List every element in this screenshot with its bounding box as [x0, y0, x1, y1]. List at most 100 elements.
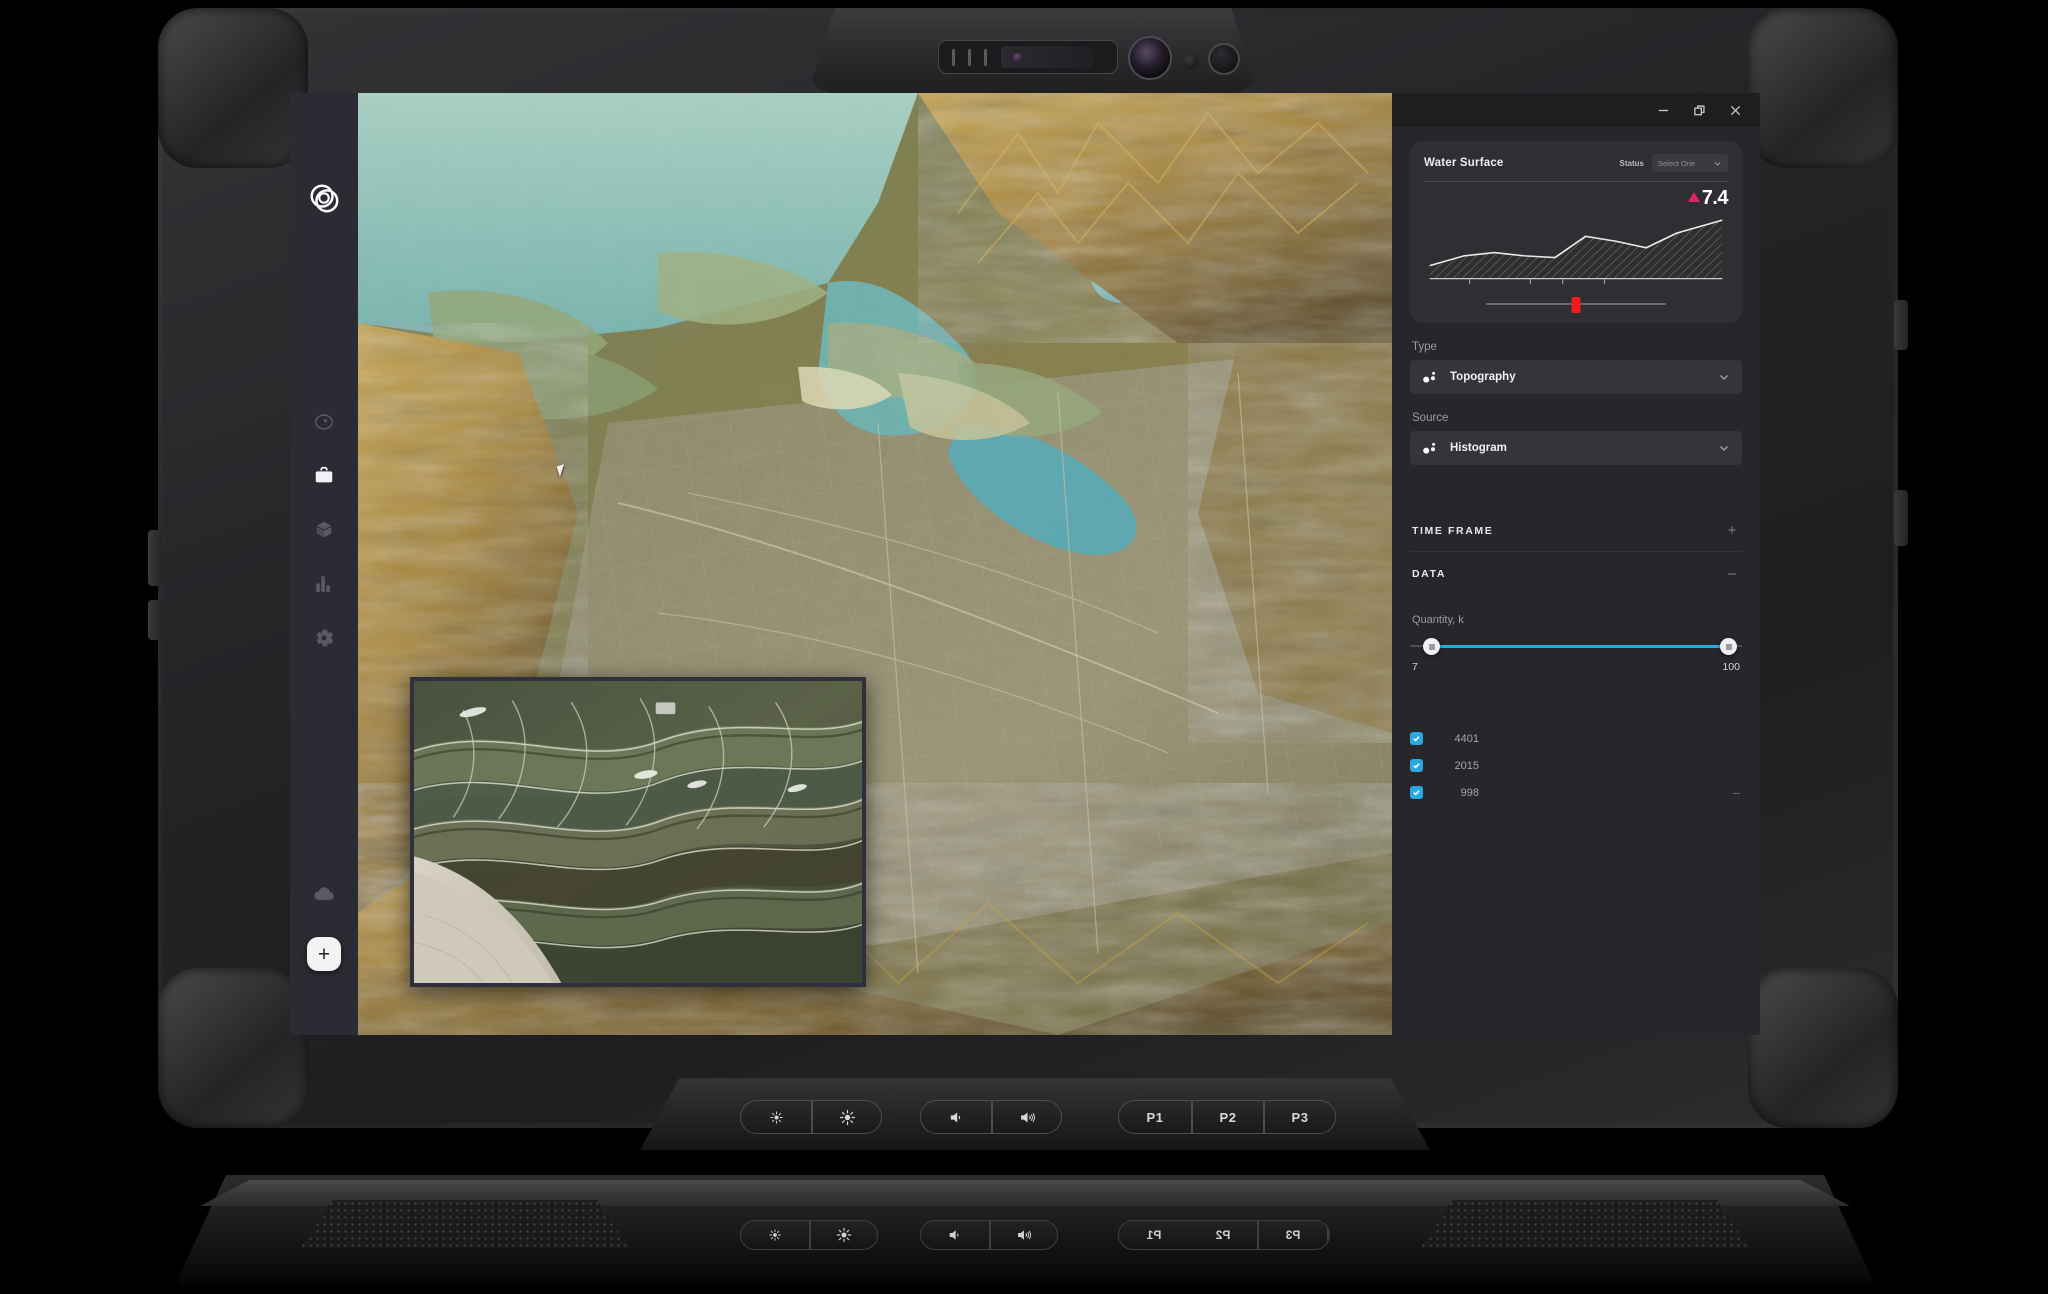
list-item[interactable]: 4401 — [1410, 725, 1742, 752]
volume-up-icon[interactable] — [991, 1101, 1061, 1133]
timeline-slider-handle[interactable] — [1572, 297, 1581, 313]
program-button-p1[interactable]: P1 — [1119, 1101, 1191, 1133]
list-item-value: 4401 — [1445, 733, 1479, 745]
trend-up-icon — [1688, 192, 1700, 202]
area-chart — [1424, 212, 1728, 290]
side-button-power[interactable] — [148, 530, 162, 586]
status-select[interactable]: Select One — [1652, 154, 1728, 172]
sidebar-bottom: + — [307, 882, 341, 971]
sidebar-item-briefcase[interactable] — [311, 463, 337, 489]
cloud-upload-icon[interactable] — [312, 882, 336, 911]
brightness-down-icon — [741, 1221, 809, 1249]
remove-item-button[interactable]: – — [1733, 786, 1740, 799]
corner-bumper-bottom-left — [158, 968, 308, 1128]
reflection-program-group: P1 P2 P3 — [1118, 1220, 1330, 1250]
reflection-volume-group — [920, 1220, 1058, 1250]
window-titlebar — [1392, 93, 1760, 127]
range-max-value: 100 — [1722, 661, 1740, 673]
hw-volume-group[interactable] — [920, 1100, 1062, 1134]
checkbox-checked-icon[interactable] — [1410, 759, 1423, 772]
list-item[interactable]: 998 – — [1410, 779, 1742, 806]
application-window: + — [290, 93, 1760, 1035]
card-title: Water Surface — [1424, 157, 1504, 169]
speaker-grille-right — [1420, 1200, 1750, 1248]
card-divider — [1424, 181, 1728, 182]
collapse-data-button[interactable]: – — [1724, 566, 1740, 581]
volume-down-icon[interactable] — [921, 1101, 991, 1133]
spiral-ring-logo[interactable] — [307, 181, 341, 215]
chevron-down-icon — [1718, 371, 1730, 383]
range-min-value: 7 — [1412, 661, 1418, 673]
sidebar-item-circle-dot[interactable] — [311, 409, 337, 435]
inset-aerial-photo[interactable] — [410, 677, 866, 987]
chevron-down-icon — [1713, 159, 1722, 168]
brightness-up-icon — [809, 1221, 877, 1249]
water-surface-card: Water Surface Status Select One — [1410, 141, 1742, 323]
range-knob-max[interactable] — [1720, 638, 1737, 655]
close-icon[interactable] — [1720, 97, 1750, 123]
range-knob-min[interactable] — [1423, 638, 1440, 655]
hw-brightness-group[interactable] — [740, 1100, 882, 1134]
sidebar-item-gear[interactable] — [311, 625, 337, 651]
minimize-icon[interactable] — [1648, 97, 1678, 123]
program-button-p1: P1 — [1119, 1221, 1189, 1249]
scatter-dots-icon — [1422, 440, 1438, 456]
map-view[interactable] — [358, 93, 1392, 1035]
data-checklist: 4401 2015 998 – — [1410, 725, 1742, 806]
list-item[interactable]: 2015 — [1410, 752, 1742, 779]
section-title-data: DATA — [1412, 568, 1446, 580]
volume-down-icon — [921, 1221, 989, 1249]
scatter-dots-icon — [1422, 369, 1438, 385]
screenshot-stage: P1 P2 P3 P1 P2 P3 — [0, 0, 2048, 1294]
type-select[interactable]: Topography — [1410, 360, 1742, 394]
source-label: Source — [1412, 412, 1742, 424]
reflection-brightness-group — [740, 1220, 878, 1250]
source-select-value: Histogram — [1450, 442, 1718, 454]
tablet-screen: + — [290, 93, 1760, 1035]
hw-program-group[interactable]: P1 P2 P3 — [1118, 1100, 1336, 1134]
salt-pond-image — [414, 681, 862, 983]
expand-time-frame-button[interactable]: + — [1724, 523, 1740, 538]
sensor-array — [938, 40, 1118, 74]
checkbox-checked-icon[interactable] — [1410, 732, 1423, 745]
panel-content: Water Surface Status Select One — [1392, 127, 1760, 806]
chevron-down-icon — [1718, 442, 1730, 454]
program-button-p3[interactable]: P3 — [1263, 1101, 1335, 1133]
type-select-value: Topography — [1450, 371, 1718, 383]
side-button-aux[interactable] — [148, 600, 162, 640]
side-button-right-upper[interactable] — [1894, 300, 1908, 350]
range-fill — [1428, 645, 1732, 648]
kpi-value: 7.4 — [1702, 188, 1728, 208]
status-control: Status Select One — [1620, 154, 1728, 172]
status-label: Status — [1620, 159, 1644, 168]
sidebar-item-box[interactable] — [311, 517, 337, 543]
restore-icon[interactable] — [1684, 97, 1714, 123]
section-time-frame[interactable]: TIME FRAME + — [1410, 509, 1742, 552]
corner-bumper-bottom-right — [1748, 968, 1898, 1128]
timeline-slider[interactable] — [1486, 297, 1666, 311]
speaker-grille-left — [300, 1200, 630, 1248]
sidebar: + — [290, 93, 358, 1035]
volume-up-icon — [989, 1221, 1057, 1249]
program-button-p2[interactable]: P2 — [1191, 1101, 1263, 1133]
program-button-p2: P2 — [1189, 1221, 1259, 1249]
add-button[interactable]: + — [307, 937, 341, 971]
status-select-value: Select One — [1658, 159, 1695, 168]
checkbox-checked-icon[interactable] — [1410, 786, 1423, 799]
section-data[interactable]: DATA – — [1410, 552, 1742, 594]
sidebar-item-bar-chart[interactable] — [311, 571, 337, 597]
source-select[interactable]: Histogram — [1410, 431, 1742, 465]
range-values: 7 100 — [1410, 661, 1742, 673]
brightness-up-icon[interactable] — [811, 1101, 881, 1133]
quantity-label: Quantity, k — [1412, 614, 1742, 626]
camera-icon — [1130, 38, 1170, 78]
card-header: Water Surface Status Select One — [1424, 154, 1728, 172]
side-button-right-lower[interactable] — [1894, 490, 1908, 546]
corner-bumper-top-left — [158, 8, 308, 168]
type-label: Type — [1412, 341, 1742, 353]
list-item-value: 998 — [1445, 787, 1479, 799]
quantity-range-slider[interactable] — [1410, 634, 1742, 660]
brightness-down-icon[interactable] — [741, 1101, 811, 1133]
right-panel: Water Surface Status Select One — [1392, 93, 1760, 1035]
corner-bumper-top-right — [1748, 8, 1898, 168]
